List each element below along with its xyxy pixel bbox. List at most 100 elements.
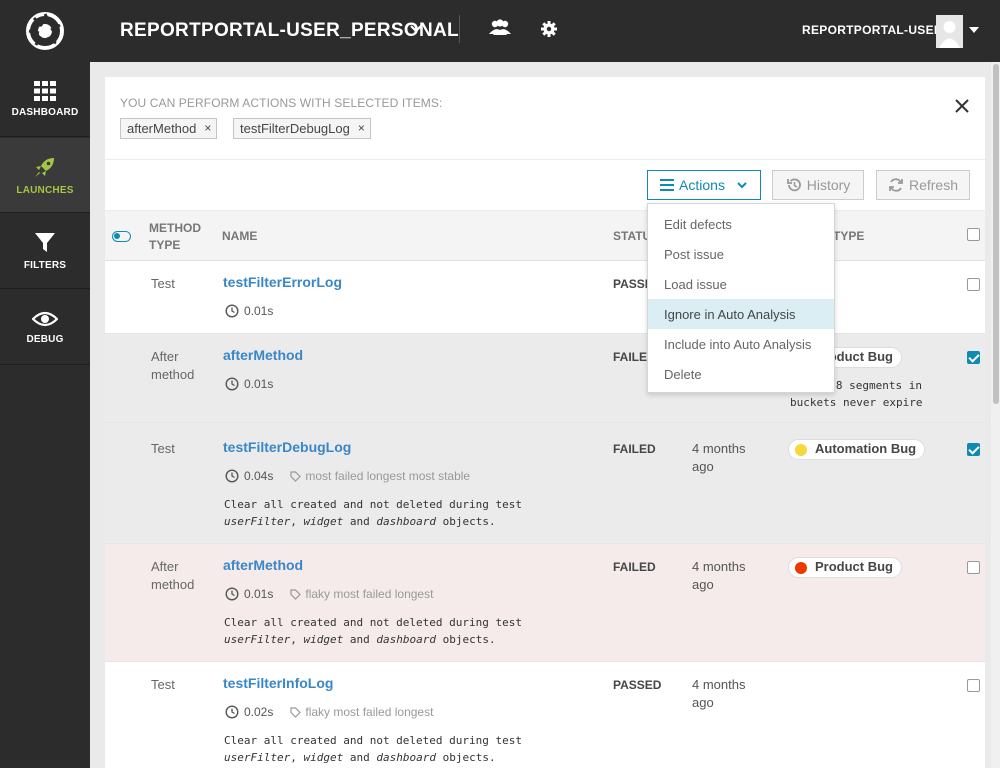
selected-item-chip: testFilterDebugLog × bbox=[233, 118, 371, 139]
history-icon bbox=[786, 178, 801, 192]
column-defect-type[interactable]: TYPE bbox=[833, 229, 864, 243]
test-meta: 0.01s bbox=[225, 304, 273, 318]
description-line: Clear all created and not deleted during… bbox=[224, 734, 523, 747]
chip-label: afterMethod bbox=[127, 121, 197, 136]
gear-icon[interactable] bbox=[540, 20, 558, 43]
duration: 0.01s bbox=[244, 377, 274, 391]
row-checkbox[interactable] bbox=[967, 443, 980, 456]
method-type-line: After bbox=[151, 559, 179, 574]
table-row: After method afterMethod 0.01s FAILED Pr… bbox=[105, 334, 985, 423]
select-all-checkbox[interactable] bbox=[967, 228, 980, 241]
method-type: Test bbox=[151, 276, 175, 291]
user-name[interactable]: REPORTPORTAL-USER bbox=[802, 23, 943, 37]
duration: 0.02s bbox=[244, 705, 274, 719]
actions-button[interactable]: Actions bbox=[647, 170, 761, 200]
row-checkbox[interactable] bbox=[967, 561, 980, 574]
test-name-link[interactable]: testFilterInfoLog bbox=[223, 675, 333, 691]
duration: 0.01s bbox=[244, 587, 274, 601]
tag-icon bbox=[290, 706, 302, 718]
column-name[interactable]: NAME bbox=[222, 229, 257, 243]
method-type-line: method bbox=[151, 577, 195, 592]
menu-icon bbox=[660, 179, 675, 191]
chip-remove-icon[interactable]: × bbox=[358, 121, 365, 135]
close-icon[interactable] bbox=[955, 99, 969, 118]
duration: 0.01s bbox=[244, 304, 274, 318]
status-text: FAILED bbox=[613, 442, 656, 456]
table-header: METHOD TYPE NAME STATUS TYPE bbox=[105, 211, 985, 261]
clock-icon bbox=[225, 705, 239, 719]
start-time-line: ago bbox=[692, 459, 714, 474]
test-description: Clear all created and not deleted during… bbox=[224, 614, 522, 648]
test-name-link[interactable]: afterMethod bbox=[223, 557, 303, 573]
clock-icon bbox=[225, 469, 239, 483]
test-meta: 0.01s bbox=[225, 377, 273, 391]
column-method-type[interactable]: METHOD TYPE bbox=[149, 220, 201, 254]
test-name-link[interactable]: testFilterErrorLog bbox=[223, 274, 342, 290]
menu-item-delete[interactable]: Delete bbox=[648, 359, 834, 389]
defect-badge[interactable]: Automation Bug bbox=[788, 439, 926, 460]
table-row: Test testFilterInfoLog 0.02s flaky most … bbox=[105, 662, 985, 768]
refresh-icon bbox=[889, 178, 903, 192]
filter-icon bbox=[35, 232, 55, 252]
menu-item-ignore-in-auto-analysis[interactable]: Ignore in Auto Analysis bbox=[648, 299, 834, 329]
sidebar: DASHBOARD LAUNCHES FILTERS DEBUG bbox=[0, 62, 90, 768]
test-name-link[interactable]: afterMethod bbox=[223, 347, 303, 363]
members-icon[interactable] bbox=[488, 18, 512, 43]
row-checkbox[interactable] bbox=[967, 351, 980, 364]
tags[interactable]: flaky most failed longest bbox=[290, 705, 433, 719]
test-meta: 0.02s flaky most failed longest bbox=[225, 705, 433, 719]
chevron-down-icon bbox=[737, 182, 747, 189]
column-label: METHOD bbox=[149, 221, 201, 235]
sidebar-item-dashboard[interactable]: DASHBOARD bbox=[0, 62, 90, 137]
chevron-down-icon[interactable] bbox=[408, 20, 424, 41]
sidebar-item-label: DASHBOARD bbox=[11, 106, 79, 118]
menu-item-post-issue[interactable]: Post issue bbox=[648, 239, 834, 269]
header-divider bbox=[459, 15, 460, 43]
history-label: History bbox=[806, 177, 851, 193]
tag-icon bbox=[290, 470, 302, 482]
menu-item-load-issue[interactable]: Load issue bbox=[648, 269, 834, 299]
start-time-line: 4 months bbox=[692, 559, 746, 574]
test-meta: 0.04s most failed longest most stable bbox=[225, 469, 470, 483]
clock-icon bbox=[225, 377, 239, 391]
history-button[interactable]: History bbox=[772, 170, 864, 200]
row-checkbox[interactable] bbox=[967, 679, 980, 692]
sidebar-item-launches[interactable]: LAUNCHES bbox=[0, 138, 90, 213]
chip-label: testFilterDebugLog bbox=[240, 121, 350, 136]
test-name-link[interactable]: testFilterDebugLog bbox=[223, 439, 351, 455]
reportportal-logo[interactable] bbox=[0, 0, 90, 62]
defect-color-dot bbox=[795, 444, 807, 456]
tags[interactable]: most failed longest most stable bbox=[290, 469, 470, 483]
page-scrollbar[interactable] bbox=[991, 62, 1000, 768]
scrollbar-thumb[interactable] bbox=[993, 64, 999, 404]
method-type-line: method bbox=[151, 367, 195, 382]
user-menu-chevron-icon[interactable] bbox=[969, 27, 979, 33]
menu-item-include-into-auto-analysis[interactable]: Include into Auto Analysis bbox=[648, 329, 834, 359]
tags[interactable]: flaky most failed longest bbox=[290, 587, 433, 601]
defect-badge[interactable]: Product Bug bbox=[788, 557, 902, 578]
sidebar-item-filters[interactable]: FILTERS bbox=[0, 214, 90, 289]
menu-item-edit-defects[interactable]: Edit defects bbox=[648, 209, 834, 239]
actions-dropdown-menu: Edit defects Post issue Load issue Ignor… bbox=[647, 203, 835, 393]
sidebar-item-debug[interactable]: DEBUG bbox=[0, 290, 90, 365]
tag-icon bbox=[290, 588, 302, 600]
defect-label: Product Bug bbox=[815, 559, 893, 574]
selected-items-header: YOU CAN PERFORM ACTIONS WITH SELECTED IT… bbox=[105, 77, 985, 160]
top-header: REPORTPORTAL-USER_PERSONAL REPORTPORTAL-… bbox=[0, 0, 1000, 62]
refresh-button[interactable]: Refresh bbox=[876, 170, 970, 200]
method-type: Test bbox=[151, 677, 175, 692]
chip-remove-icon[interactable]: × bbox=[204, 121, 211, 135]
defect-label: Automation Bug bbox=[815, 441, 917, 456]
expand-toggle[interactable] bbox=[112, 231, 131, 242]
test-description: Clear all created and not deleted during… bbox=[224, 496, 522, 530]
description-line: userFilter, widget and dashboard objects… bbox=[224, 751, 496, 764]
start-time: 4 months ago bbox=[692, 440, 745, 476]
row-checkbox[interactable] bbox=[967, 278, 980, 291]
description-line: userFilter, widget and dashboard objects… bbox=[224, 633, 496, 646]
actions-label: Actions bbox=[679, 177, 725, 193]
table-row: Test testFilterDebugLog 0.04s most faile… bbox=[105, 423, 985, 544]
avatar[interactable] bbox=[936, 15, 963, 48]
start-time-line: ago bbox=[692, 695, 714, 710]
method-type: After method bbox=[151, 558, 211, 594]
status-text: PASSED bbox=[613, 678, 662, 692]
